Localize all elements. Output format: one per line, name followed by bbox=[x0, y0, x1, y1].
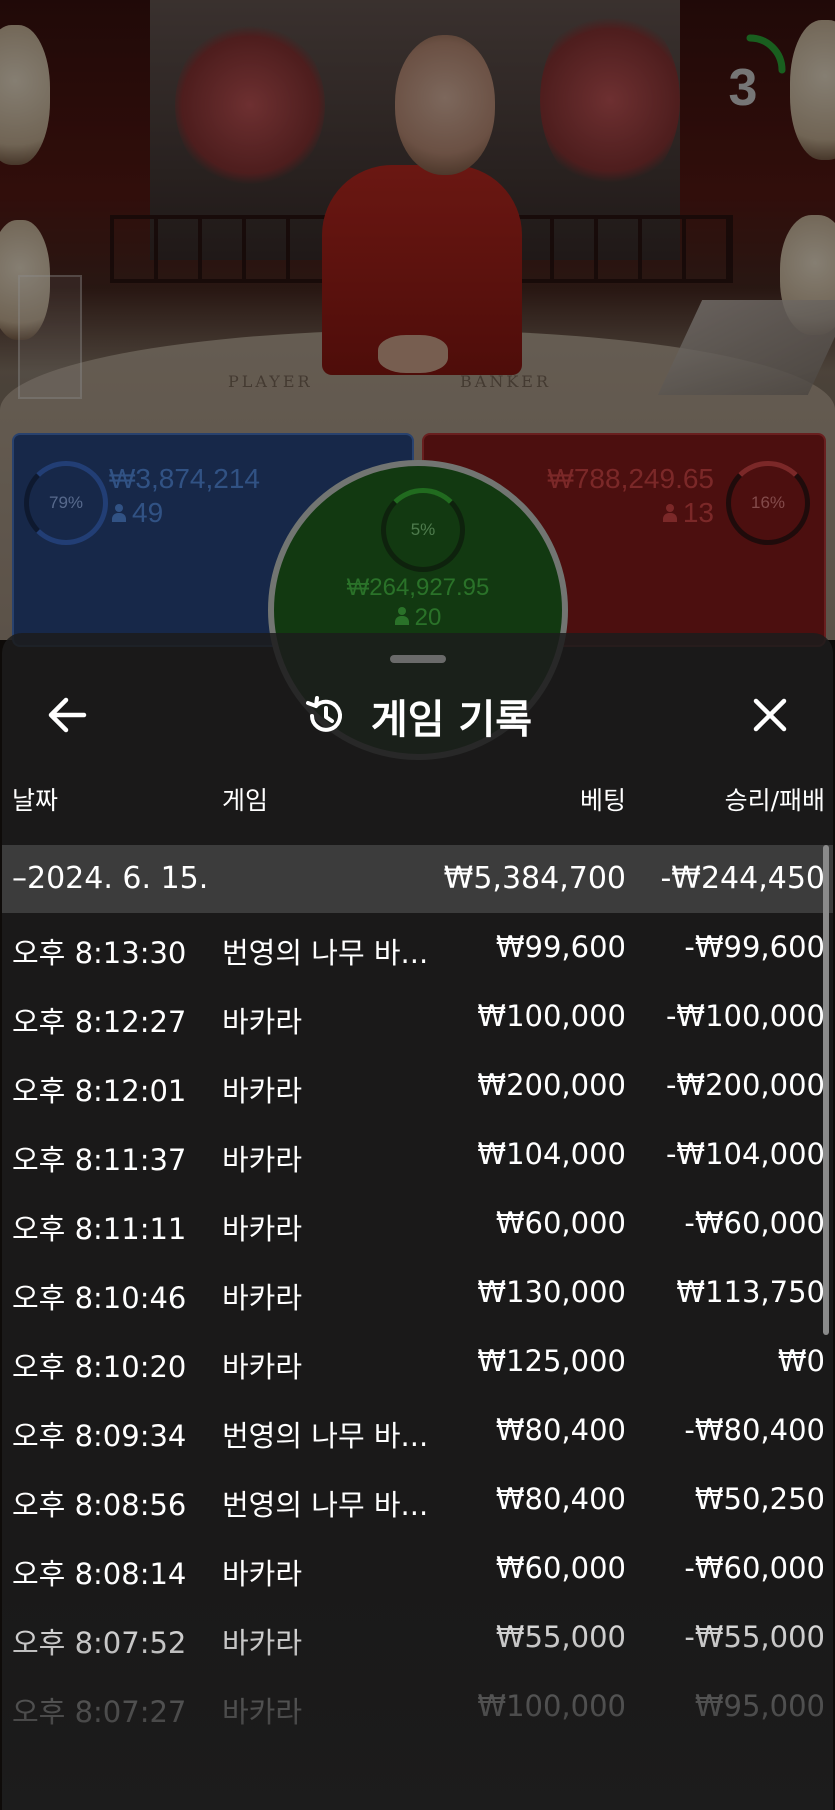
row-bet: ₩100,000 bbox=[477, 1689, 626, 1723]
row-win-loss: ₩50,250 bbox=[694, 1482, 825, 1516]
sheet-title-text: 게임 기록 bbox=[370, 697, 533, 743]
table-row[interactable]: 오후 8:08:14 바카라 ₩60,000 -₩60,000 bbox=[2, 1535, 833, 1604]
row-game: 바카라 bbox=[222, 1350, 303, 1384]
history-list: 오후 8:13:30 번영의 나무 바... ₩99,600 -₩99,600 오후 … bbox=[2, 914, 833, 1742]
row-time: 오후 8:10:20 bbox=[12, 1350, 187, 1384]
column-bet[interactable]: 베팅 bbox=[580, 781, 626, 817]
date-group-bet: ₩5,384,700 bbox=[443, 861, 626, 896]
row-bet: ₩125,000 bbox=[477, 1344, 626, 1378]
table-row[interactable]: 오후 8:12:01 바카라 ₩200,000 -₩200,000 bbox=[2, 1052, 833, 1121]
row-win-loss: ₩95,000 bbox=[694, 1689, 825, 1723]
row-time: 오후 8:08:56 bbox=[12, 1488, 187, 1522]
row-win-loss: ₩0 bbox=[777, 1344, 825, 1378]
table-row[interactable]: 오후 8:07:27 바카라 ₩100,000 ₩95,000 bbox=[2, 1673, 833, 1742]
table-row[interactable]: 오후 8:07:52 바카라 ₩55,000 -₩55,000 bbox=[2, 1604, 833, 1673]
row-bet: ₩80,400 bbox=[495, 1413, 626, 1447]
game-history-sheet: 게임 기록 날짜 게임 베팅 승리/패배 –2024. 6. 15. ₩5,38… bbox=[2, 633, 833, 1810]
table-row[interactable]: 오후 8:13:30 번영의 나무 바... ₩99,600 -₩99,600 bbox=[2, 914, 833, 983]
row-win-loss: -₩104,000 bbox=[665, 1137, 825, 1171]
table-row[interactable]: 오후 8:09:34 번영의 나무 바... ₩80,400 -₩80,400 bbox=[2, 1397, 833, 1466]
row-bet: ₩99,600 bbox=[495, 930, 626, 964]
row-time: 오후 8:11:11 bbox=[12, 1212, 187, 1246]
scrollbar[interactable] bbox=[823, 845, 829, 1335]
date-group-label: –2024. 6. 15. bbox=[12, 861, 209, 896]
row-win-loss: -₩200,000 bbox=[665, 1068, 825, 1102]
row-bet: ₩100,000 bbox=[477, 999, 626, 1033]
row-game: 바카라 bbox=[222, 1695, 303, 1729]
table-row[interactable]: 오후 8:12:27 바카라 ₩100,000 -₩100,000 bbox=[2, 983, 833, 1052]
row-win-loss: -₩60,000 bbox=[684, 1551, 825, 1585]
row-game: 바카라 bbox=[222, 1143, 303, 1177]
row-bet: ₩80,400 bbox=[495, 1482, 626, 1516]
row-bet: ₩104,000 bbox=[477, 1137, 626, 1171]
close-icon[interactable] bbox=[740, 685, 800, 745]
row-time: 오후 8:07:52 bbox=[12, 1626, 187, 1660]
row-time: 오후 8:13:30 bbox=[12, 936, 187, 970]
row-win-loss: -₩60,000 bbox=[684, 1206, 825, 1240]
row-bet: ₩55,000 bbox=[495, 1620, 626, 1654]
row-time: 오후 8:11:37 bbox=[12, 1143, 187, 1177]
row-win-loss: -₩55,000 bbox=[684, 1620, 825, 1654]
table-row[interactable]: 오후 8:08:56 번영의 나무 바... ₩80,400 ₩50,250 bbox=[2, 1466, 833, 1535]
table-header: 날짜 게임 베팅 승리/패배 bbox=[2, 781, 833, 827]
row-bet: ₩200,000 bbox=[477, 1068, 626, 1102]
date-group-row[interactable]: –2024. 6. 15. ₩5,384,700 -₩244,450 bbox=[2, 845, 833, 913]
row-time: 오후 8:10:46 bbox=[12, 1281, 187, 1315]
row-game: 바카라 bbox=[222, 1626, 303, 1660]
row-time: 오후 8:09:34 bbox=[12, 1419, 187, 1453]
sheet-drag-handle[interactable] bbox=[390, 655, 446, 663]
row-game: 바카라 bbox=[222, 1212, 303, 1246]
table-row[interactable]: 오후 8:11:37 바카라 ₩104,000 -₩104,000 bbox=[2, 1121, 833, 1190]
sheet-title: 게임 기록 bbox=[2, 688, 833, 744]
table-row[interactable]: 오후 8:11:11 바카라 ₩60,000 -₩60,000 bbox=[2, 1190, 833, 1259]
column-game[interactable]: 게임 bbox=[222, 781, 268, 817]
row-game: 바카라 bbox=[222, 1005, 303, 1039]
row-game: 번영의 나무 바... bbox=[222, 1419, 429, 1453]
row-bet: ₩60,000 bbox=[495, 1551, 626, 1585]
column-date[interactable]: 날짜 bbox=[12, 781, 58, 817]
row-time: 오후 8:12:27 bbox=[12, 1005, 187, 1039]
row-bet: ₩60,000 bbox=[495, 1206, 626, 1240]
column-win-loss[interactable]: 승리/패배 bbox=[725, 781, 825, 817]
date-group-win-loss: -₩244,450 bbox=[660, 861, 825, 896]
row-win-loss: -₩100,000 bbox=[665, 999, 825, 1033]
row-game: 번영의 나무 바... bbox=[222, 1488, 429, 1522]
table-row[interactable]: 오후 8:10:46 바카라 ₩130,000 ₩113,750 bbox=[2, 1259, 833, 1328]
row-win-loss: -₩99,600 bbox=[684, 930, 825, 964]
row-time: 오후 8:08:14 bbox=[12, 1557, 187, 1591]
row-game: 바카라 bbox=[222, 1557, 303, 1591]
row-game: 바카라 bbox=[222, 1281, 303, 1315]
row-win-loss: -₩80,400 bbox=[684, 1413, 825, 1447]
table-row[interactable]: 오후 8:10:20 바카라 ₩125,000 ₩0 bbox=[2, 1328, 833, 1397]
row-time: 오후 8:07:27 bbox=[12, 1695, 187, 1729]
row-game: 바카라 bbox=[222, 1074, 303, 1108]
history-icon bbox=[305, 696, 342, 732]
row-bet: ₩130,000 bbox=[477, 1275, 626, 1309]
row-win-loss: ₩113,750 bbox=[676, 1275, 825, 1309]
row-time: 오후 8:12:01 bbox=[12, 1074, 187, 1108]
row-game: 번영의 나무 바... bbox=[222, 936, 429, 970]
